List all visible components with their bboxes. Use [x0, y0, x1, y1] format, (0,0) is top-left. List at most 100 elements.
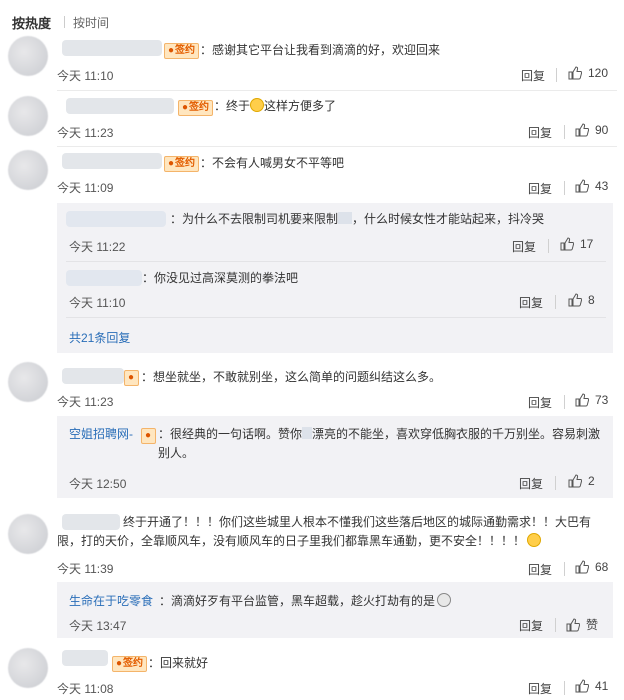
- action-divider: [548, 239, 549, 253]
- thumbs-up-icon: [575, 179, 589, 193]
- username-blurred[interactable]: [66, 270, 142, 286]
- reply-text: ：很经典的一句话啊。赞你 漂亮的不能坐，喜欢穿低胸衣服的千万别坐。容易刺激别人。: [158, 427, 601, 460]
- reply-button[interactable]: 回复: [521, 67, 545, 84]
- comment-time: 今天 11:09: [57, 181, 114, 195]
- reply-text: ：滴滴好歹有平台监管，黑车超载，趁火打劫有的是: [159, 592, 452, 611]
- signed-badge: ●签约: [112, 656, 148, 672]
- like-button[interactable]: 41: [575, 679, 608, 693]
- username-blurred[interactable]: [66, 98, 174, 114]
- reply-button[interactable]: 回复: [528, 124, 552, 141]
- reply-name[interactable]: 生命在于吃零食: [69, 592, 153, 611]
- comment-text: ：感谢其它平台让我看到滴滴的好，欢迎回来: [200, 43, 441, 57]
- action-divider: [564, 562, 565, 576]
- avatar[interactable]: [8, 150, 48, 190]
- avatar[interactable]: [8, 362, 48, 402]
- sort-by-hot-tab[interactable]: 按热度: [12, 13, 51, 32]
- action-divider: [555, 618, 556, 632]
- sneaky-emoji-icon: [437, 593, 452, 607]
- reply-button[interactable]: 回复: [512, 238, 536, 255]
- reply-button[interactable]: 回复: [519, 294, 543, 311]
- like-count: 2: [588, 474, 595, 488]
- username-blurred[interactable]: [62, 650, 108, 666]
- avatar[interactable]: [8, 648, 48, 688]
- like-label: 赞: [586, 618, 599, 632]
- like-count: 90: [595, 123, 609, 137]
- sort-bar: 按热度 按时间: [0, 0, 624, 44]
- like-count: 8: [588, 293, 595, 307]
- username-blurred[interactable]: [62, 40, 162, 56]
- view-more-replies-link[interactable]: 共21条回复: [69, 329, 130, 346]
- reply-text: ：你没见过高深莫测的拳法吧: [142, 271, 299, 285]
- reply-button[interactable]: 回复: [519, 475, 543, 492]
- divider: [66, 261, 606, 262]
- thumbs-up-icon: [568, 66, 582, 80]
- action-divider: [564, 181, 565, 195]
- thumbs-up-icon: [566, 617, 580, 631]
- action-divider: [556, 68, 557, 82]
- signed-badge: ●签约: [164, 43, 200, 59]
- reply-text: ：为什么不去限制司机要来限制 ，什么时候女性才能站起来，抖冷哭: [170, 212, 545, 226]
- like-button[interactable]: 120: [568, 66, 608, 80]
- like-button[interactable]: 68: [575, 560, 608, 574]
- action-divider: [555, 295, 556, 309]
- thumbs-up-icon: [575, 560, 589, 574]
- like-count: 43: [595, 179, 609, 193]
- like-button[interactable]: 2: [568, 474, 595, 488]
- divider: [57, 90, 617, 91]
- like-count: 120: [588, 66, 609, 80]
- username-blurred[interactable]: [62, 368, 124, 384]
- thumbs-up-icon: [560, 237, 574, 251]
- avatar[interactable]: [8, 514, 48, 554]
- reply-button[interactable]: 回复: [528, 561, 552, 578]
- signed-badge: ●签约: [178, 100, 214, 116]
- comment-text: 终于开通了！！！你们这些城里人根本不懂我们这些落后地区的城际通勤需求！！大巴有限…: [57, 515, 592, 548]
- comment-text: ：终于 这样方便多了: [214, 98, 337, 113]
- divider: [57, 146, 617, 147]
- like-count: 73: [595, 393, 609, 407]
- reply-time: 今天 12:50: [69, 477, 127, 491]
- reply-button[interactable]: 回复: [528, 180, 552, 197]
- thumbs-up-icon: [575, 679, 589, 693]
- action-divider: [564, 395, 565, 409]
- username-blurred[interactable]: [62, 153, 162, 169]
- thumbs-up-icon: [575, 123, 589, 137]
- username-blurred[interactable]: [66, 211, 166, 227]
- reply-time: 今天 11:22: [69, 240, 126, 254]
- like-button[interactable]: 赞: [566, 616, 598, 633]
- comment-time: 今天 11:39: [57, 562, 114, 576]
- comment-time: 今天 11:10: [57, 69, 114, 83]
- like-count: 17: [580, 237, 594, 251]
- action-divider: [564, 681, 565, 695]
- like-button[interactable]: 43: [575, 179, 608, 193]
- reply-button[interactable]: 回复: [528, 394, 552, 411]
- like-button[interactable]: 8: [568, 293, 595, 307]
- reply-name[interactable]: 空姐招聘网-: [69, 425, 133, 444]
- comment-text: ：回来就好: [148, 656, 209, 670]
- sort-divider: [64, 16, 65, 28]
- like-count: 41: [595, 679, 609, 693]
- avatar[interactable]: [8, 96, 48, 136]
- like-button[interactable]: 17: [560, 237, 593, 251]
- thumbs-up-icon: [568, 293, 582, 307]
- reply-time: 今天 13:47: [69, 619, 127, 633]
- reply-button[interactable]: 回复: [528, 680, 552, 697]
- action-divider: [555, 476, 556, 490]
- comment-time: 今天 11:23: [57, 395, 114, 409]
- reply-button[interactable]: 回复: [519, 617, 543, 634]
- laughing-emoji-icon: [250, 98, 265, 112]
- comment-text: ：想坐就坐，不敢就别坐，这么简单的问题纠结这么多。: [141, 370, 442, 384]
- action-divider: [564, 125, 565, 139]
- sort-by-time-tab[interactable]: 按时间: [73, 14, 109, 31]
- signed-badge: ●: [141, 428, 157, 444]
- comment-time: 今天 11:23: [57, 126, 114, 140]
- avatar[interactable]: [8, 36, 48, 76]
- comment-time: 今天 11:08: [57, 682, 114, 696]
- like-button[interactable]: 90: [575, 123, 608, 137]
- crying-emoji-icon: [527, 533, 542, 547]
- signed-badge: ●签约: [164, 156, 200, 172]
- thumbs-up-icon: [575, 393, 589, 407]
- reply-time: 今天 11:10: [69, 296, 126, 310]
- divider: [66, 317, 606, 318]
- like-count: 68: [595, 560, 609, 574]
- like-button[interactable]: 73: [575, 393, 608, 407]
